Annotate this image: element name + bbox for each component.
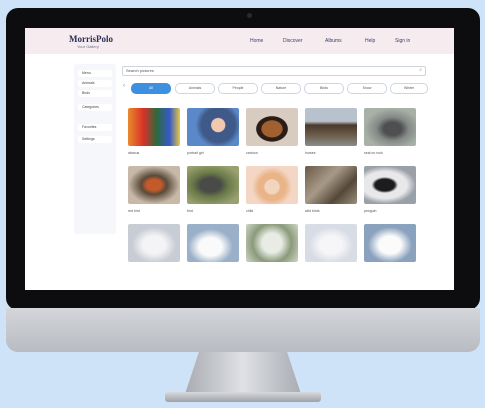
- sidebar-item-menu[interactable]: Menu: [78, 70, 112, 77]
- filter-chip-nature[interactable]: Nature: [261, 83, 301, 94]
- thumbnail-seal[interactable]: [364, 108, 416, 146]
- thumbnail-child[interactable]: [246, 166, 298, 204]
- caption-red-bird: red bird: [128, 209, 140, 213]
- monitor-chin: [6, 308, 480, 352]
- thumbnail-portrait-girl[interactable]: [187, 108, 239, 146]
- nav-signin[interactable]: Sign in: [395, 38, 410, 44]
- caption-cartoon: cartoon: [246, 151, 258, 155]
- sidebar-item-favorites[interactable]: Favorites: [78, 124, 112, 131]
- caption-horses: horses: [305, 151, 316, 155]
- sidebar-item-animals[interactable]: Animals: [78, 80, 112, 87]
- screen: MorrisPolo Your Gallery Home Discover Al…: [25, 28, 454, 290]
- caption-wild-birds: wild birds: [305, 209, 320, 213]
- nav-albums[interactable]: Albums: [325, 38, 342, 44]
- logo-subtitle: Your Gallery: [77, 44, 99, 49]
- search-input[interactable]: Search pictures ⌕: [122, 66, 426, 76]
- caption-abacus: abacus: [128, 151, 140, 155]
- thumbnail-cartoon[interactable]: [246, 108, 298, 146]
- thumbnail-abacus[interactable]: [128, 108, 180, 146]
- thumbnail-snow-rabbit[interactable]: [187, 224, 239, 262]
- sidebar-item-birds[interactable]: Birds: [78, 90, 112, 97]
- sidebar: Menu Animals Birds Categories Favorites …: [74, 64, 116, 234]
- filter-chip-snow[interactable]: Snow: [347, 83, 387, 94]
- search-icon[interactable]: ⌕: [419, 67, 422, 73]
- filter-chip-people[interactable]: People: [218, 83, 258, 94]
- filter-chip-winter[interactable]: Winter: [390, 83, 428, 94]
- thumbnail-wild-birds[interactable]: [305, 166, 357, 204]
- nav-help[interactable]: Help: [365, 38, 375, 44]
- chevron-left-icon[interactable]: ‹: [123, 83, 125, 89]
- nav-discover[interactable]: Discover: [283, 38, 302, 44]
- thumbnail-arctic-hare[interactable]: [305, 224, 357, 262]
- thumbnail-snow-flowers[interactable]: [246, 224, 298, 262]
- caption-seal: seal on rock: [364, 151, 383, 155]
- thumbnail-red-bird[interactable]: [128, 166, 180, 204]
- sidebar-item-categories[interactable]: Categories: [78, 104, 112, 111]
- caption-penguin: penguin: [364, 209, 377, 213]
- filter-chip-all[interactable]: All: [131, 83, 171, 94]
- filter-chip-animals[interactable]: Animals: [175, 83, 215, 94]
- search-value: Search pictures: [126, 68, 154, 73]
- logo[interactable]: MorrisPolo: [69, 34, 113, 44]
- sidebar-item-settings[interactable]: Settings: [78, 136, 112, 143]
- nav-home[interactable]: Home: [250, 38, 263, 44]
- filter-chip-birds[interactable]: Birds: [304, 83, 344, 94]
- thumbnail-horses[interactable]: [305, 108, 357, 146]
- thumbnail-white-rabbit[interactable]: [128, 224, 180, 262]
- thumbnail-penguin[interactable]: [364, 166, 416, 204]
- caption-bird: bird: [187, 209, 193, 213]
- monitor-stand: [185, 352, 301, 394]
- camera-icon: [247, 13, 252, 18]
- thumbnail-white-dog[interactable]: [364, 224, 416, 262]
- monitor-base: [165, 392, 321, 402]
- caption-child: child: [246, 209, 254, 213]
- thumbnail-bird[interactable]: [187, 166, 239, 204]
- caption-portrait-girl: portrait girl: [187, 151, 204, 155]
- app-header: MorrisPolo Your Gallery Home Discover Al…: [25, 28, 454, 54]
